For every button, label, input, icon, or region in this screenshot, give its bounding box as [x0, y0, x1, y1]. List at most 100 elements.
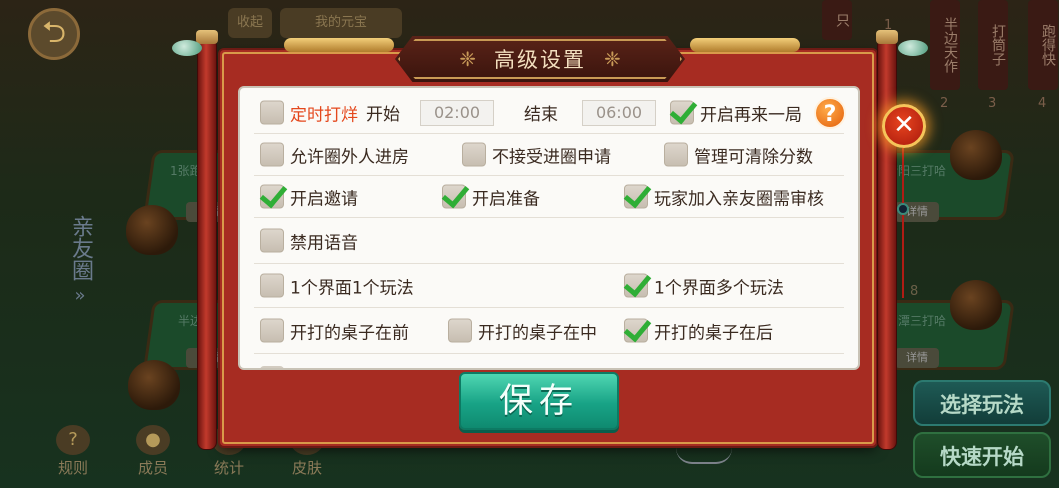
option-label: 开启再来一局: [700, 105, 802, 125]
end-time-field[interactable]: 06:00: [582, 99, 656, 126]
checkbox[interactable]: [260, 228, 284, 253]
user-icon: ●: [136, 425, 170, 455]
back-arrow-icon[interactable]: ⮌: [28, 8, 80, 60]
active-tables-front-option[interactable]: 开打的桌子在前: [260, 318, 409, 343]
tassel-decoration: [902, 148, 904, 298]
tab-number: 2: [940, 96, 949, 111]
join-review-option[interactable]: 玩家加入亲友圈需审核: [624, 184, 824, 209]
my-ingot-chip[interactable]: 我的元宝: [280, 8, 402, 38]
replay-option[interactable]: 开启再来一局: [670, 100, 802, 125]
checkbox[interactable]: [260, 318, 284, 343]
active-tables-back-option[interactable]: 开打的桌子在后: [624, 318, 773, 343]
checkbox[interactable]: [260, 184, 284, 209]
mode-tab[interactable]: 只: [822, 0, 852, 40]
option-label: 开打的桌子在后: [654, 323, 773, 343]
help-icon[interactable]: ?: [814, 96, 846, 129]
option-label: 1个界面多个玩法: [654, 278, 784, 298]
checkbox[interactable]: [260, 142, 284, 167]
scroll-rod-left: [197, 38, 217, 450]
settings-panel: 定时打烊 开始 02:00 结束 06:00 开启再来一局 ? 允许圈外人进房 …: [238, 86, 860, 370]
start-label: 开始: [366, 105, 400, 125]
checkbox[interactable]: [624, 318, 648, 343]
nav-members[interactable]: ● 成员: [136, 425, 170, 478]
settings-row: 开打的桌子在前 开打的桌子在中 开打的桌子在后: [254, 308, 844, 354]
scroll-rod-right: [877, 38, 897, 450]
pot-decoration: [126, 205, 178, 255]
settings-row: 允许圈外人进房 不接受进圈申请 管理可清除分数: [254, 134, 844, 176]
option-label: 不接受进圈申请: [492, 147, 611, 167]
active-tables-middle-option[interactable]: 开打的桌子在中: [448, 318, 597, 343]
quick-start-button[interactable]: 快速开始: [913, 432, 1051, 478]
rod-cap: [196, 30, 218, 44]
option-label: 开打的桌子在前: [290, 323, 409, 343]
rod-cap: [876, 30, 898, 44]
admin-clear-score-option[interactable]: 管理可清除分数: [664, 142, 813, 167]
select-mode-button[interactable]: 选择玩法: [913, 380, 1051, 426]
detail-badge[interactable]: 详情: [895, 348, 939, 368]
checkbox[interactable]: [260, 273, 284, 298]
replay-checkbox[interactable]: [670, 100, 694, 125]
settings-row-schedule: 定时打烊 开始 02:00 结束 06:00 开启再来一局 ?: [254, 92, 846, 134]
side-label: 亲友圈: [68, 215, 93, 281]
checkbox[interactable]: [624, 184, 648, 209]
reject-applications-option[interactable]: 不接受进圈申请: [462, 142, 611, 167]
nav-label: 统计: [213, 459, 244, 477]
checkbox[interactable]: [442, 184, 466, 209]
option-label: 开启准备: [472, 189, 540, 209]
save-button[interactable]: 保存: [459, 372, 619, 430]
option-label: 开启邀请: [290, 189, 358, 209]
checkbox[interactable]: [462, 142, 486, 167]
checkbox[interactable]: [448, 318, 472, 343]
allow-outsiders-option[interactable]: 允许圈外人进房: [260, 142, 409, 167]
option-label: 开打的桌子在中: [478, 323, 597, 343]
dialog-title: 高级设置: [494, 48, 586, 72]
nav-label: 规则: [57, 459, 88, 477]
help-icon: ?: [56, 425, 90, 455]
jade-ornament: [898, 40, 928, 56]
option-label: 玩家加入亲友圈需审核: [654, 189, 824, 209]
friend-circle-side-tab[interactable]: 亲友圈 »: [62, 215, 98, 311]
single-mode-option[interactable]: 1个界面1个玩法: [260, 273, 414, 298]
pot-decoration: [950, 130, 1002, 180]
end-label: 结束: [524, 105, 558, 125]
pot-decoration: [950, 280, 1002, 330]
nav-rules[interactable]: ? 规则: [56, 425, 90, 478]
nav-label: 成员: [137, 459, 168, 477]
option-label: 定时打烊: [290, 105, 358, 125]
end-time-group: 结束 06:00: [524, 99, 656, 126]
expand-arrow-icon: »: [74, 285, 86, 306]
nav-label: 皮肤: [291, 459, 322, 477]
mode-tab[interactable]: 打筒子: [978, 0, 1008, 90]
knot-ornament-icon: ❈: [459, 47, 476, 71]
option-label: 管理可清除分数: [694, 147, 813, 167]
tab-number: 4: [1038, 96, 1047, 111]
knot-ornament-icon: ❈: [604, 47, 621, 71]
multi-mode-option[interactable]: 1个界面多个玩法: [624, 273, 784, 298]
cloud-ornament: [676, 448, 732, 464]
start-time-field[interactable]: 02:00: [420, 99, 494, 126]
enable-ready-option[interactable]: 开启准备: [442, 184, 540, 209]
gold-scroll-ornament: [284, 38, 394, 52]
settings-row: 1个界面1个玩法 1个界面多个玩法: [254, 264, 844, 308]
enable-invite-option[interactable]: 开启邀请: [260, 184, 358, 209]
dialog-title-plate: ❈ 高级设置 ❈: [395, 36, 685, 82]
gold-scroll-ornament: [690, 38, 800, 52]
mode-tab[interactable]: 半边天作: [930, 0, 960, 90]
close-icon[interactable]: ✕: [882, 104, 926, 148]
timer-close-checkbox[interactable]: [260, 100, 284, 125]
disable-voice-option[interactable]: 禁用语音: [260, 228, 358, 253]
mode-tab[interactable]: 跑得快: [1028, 0, 1058, 90]
settings-row: 禁用语音: [254, 218, 844, 264]
option-label: 禁用语音: [290, 233, 358, 253]
seat-number: 8: [910, 284, 919, 299]
timer-close-option[interactable]: 定时打烊: [260, 100, 358, 125]
checkbox[interactable]: [260, 366, 284, 368]
option-label: 允许圈外人进房: [290, 147, 409, 167]
collapse-chip[interactable]: 收起: [228, 8, 272, 38]
checkbox[interactable]: [624, 273, 648, 298]
help-button[interactable]: ?: [814, 96, 846, 129]
checkbox[interactable]: [664, 142, 688, 167]
option-label: 1个界面1个玩法: [290, 278, 414, 298]
settings-row: 开启邀请 开启准备 玩家加入亲友圈需审核: [254, 176, 844, 218]
pot-decoration: [128, 360, 180, 410]
